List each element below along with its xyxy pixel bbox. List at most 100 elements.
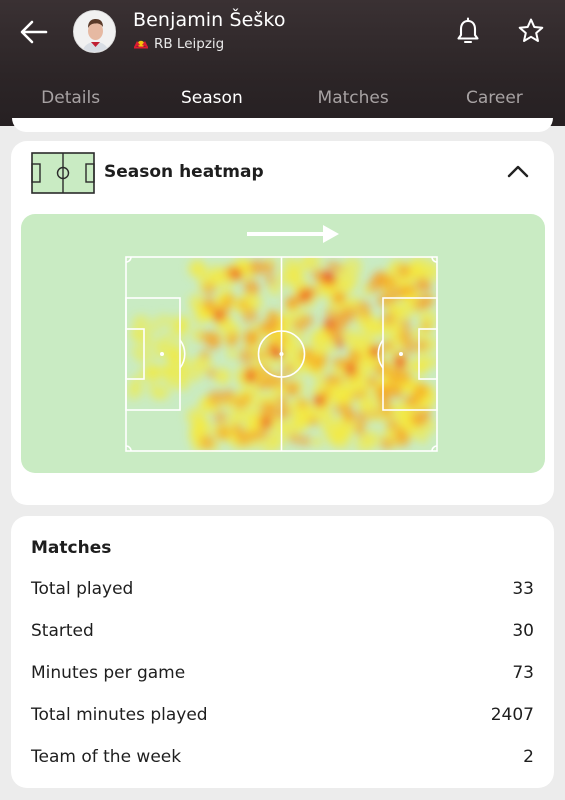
heat-blob	[380, 437, 394, 451]
heat-blob	[396, 406, 409, 419]
heat-blob	[412, 359, 429, 376]
season-heatmap-card: Season heatmap	[11, 141, 554, 505]
heat-blob	[246, 372, 256, 382]
heat-blob	[213, 310, 223, 320]
heat-blob	[130, 344, 140, 355]
heat-blob	[313, 372, 325, 384]
heat-blob	[242, 393, 252, 403]
stat-value: 2407	[490, 705, 534, 725]
stat-value: 30	[512, 621, 534, 641]
heat-blob	[327, 274, 335, 282]
heat-blob	[265, 275, 276, 286]
heat-blob	[289, 433, 300, 445]
previous-card-edge	[12, 118, 553, 132]
heat-blob	[226, 338, 236, 347]
heat-blob	[413, 383, 429, 399]
heat-blob	[176, 377, 191, 392]
heat-blob	[418, 279, 432, 293]
heat-blob	[324, 373, 338, 387]
heat-blob	[317, 353, 328, 365]
heat-blob	[340, 402, 352, 414]
heat-blob	[399, 318, 412, 331]
back-button[interactable]	[16, 14, 52, 50]
stat-label: Total played	[31, 579, 134, 599]
heat-blob	[220, 388, 236, 404]
heat-blob	[287, 269, 301, 283]
heat-blob	[255, 379, 265, 389]
star-icon	[518, 18, 544, 42]
heat-blob	[237, 299, 248, 309]
attack-direction-arrow-icon	[247, 225, 339, 243]
stat-value: 2	[523, 747, 534, 767]
matches-stats-card: Matches Total played 33 Started 30 Minut…	[11, 516, 554, 788]
player-photo	[74, 11, 115, 52]
heat-blob	[382, 340, 391, 349]
heat-blob	[356, 428, 365, 437]
heat-blob	[336, 340, 344, 348]
heat-blob	[263, 418, 273, 428]
heat-blob	[396, 263, 411, 278]
heat-blob	[334, 263, 344, 273]
heat-blob	[199, 435, 215, 450]
player-name: Benjamin Šeško	[133, 9, 286, 31]
heat-blob	[309, 328, 329, 349]
heat-blob	[273, 409, 285, 421]
heat-blob	[193, 360, 204, 371]
heat-blob	[232, 410, 246, 424]
heat-blob	[350, 392, 359, 401]
heat-blob	[420, 413, 430, 423]
heat-blob	[301, 290, 311, 300]
heat-blob	[422, 294, 435, 307]
heat-blob	[398, 329, 413, 344]
heat-blob	[366, 376, 378, 388]
heat-blob	[332, 356, 345, 369]
stat-label: Minutes per game	[31, 663, 186, 683]
stat-row: Started 30	[31, 610, 534, 652]
heat-blob	[362, 310, 371, 320]
notifications-button[interactable]	[454, 17, 482, 47]
heat-blob	[308, 416, 318, 427]
heat-blob	[297, 398, 308, 409]
heatmap-pitch-area	[21, 214, 545, 473]
heat-blob	[269, 431, 286, 448]
heat-blob	[138, 349, 153, 364]
heat-blob	[213, 366, 232, 385]
favorite-button[interactable]	[516, 16, 546, 46]
heat-blob	[226, 347, 239, 360]
heat-blob	[285, 381, 299, 395]
heat-blob	[316, 411, 337, 431]
heat-blob	[250, 264, 260, 274]
stat-row: Team of the week 2	[31, 736, 534, 778]
player-avatar[interactable]	[73, 10, 116, 53]
section-title: Matches	[31, 538, 112, 558]
heat-blob	[396, 358, 406, 368]
club-name: RB Leipzig	[154, 36, 225, 52]
heat-blob	[311, 435, 324, 448]
club-logo-icon	[134, 40, 148, 49]
heat-blob	[339, 308, 351, 319]
heat-blob	[156, 390, 167, 401]
club-link[interactable]: RB Leipzig	[133, 36, 224, 52]
heat-blob	[177, 370, 186, 379]
heat-blob	[355, 410, 369, 424]
heat-blob	[292, 317, 307, 333]
heat-blob	[414, 265, 427, 279]
heat-blob	[386, 419, 399, 431]
heat-blob	[265, 314, 282, 331]
heat-blob	[216, 425, 231, 440]
heat-blob	[132, 327, 148, 343]
heat-blob	[355, 434, 374, 452]
heat-blob	[213, 410, 227, 425]
heat-blob	[258, 365, 271, 377]
player-header: Benjamin Šeško RB Leipzig Details Season…	[0, 0, 565, 126]
arrow-left-icon	[20, 20, 48, 44]
heat-blob	[235, 430, 252, 446]
stat-row: Total played 33	[31, 568, 534, 610]
heat-blob	[154, 338, 166, 350]
collapse-button[interactable]	[504, 159, 532, 183]
heat-blob	[242, 307, 258, 324]
stat-row: Minutes per game 73	[31, 652, 534, 694]
heat-blob	[202, 282, 216, 296]
heat-blob	[128, 380, 144, 396]
heat-blob	[190, 260, 207, 277]
